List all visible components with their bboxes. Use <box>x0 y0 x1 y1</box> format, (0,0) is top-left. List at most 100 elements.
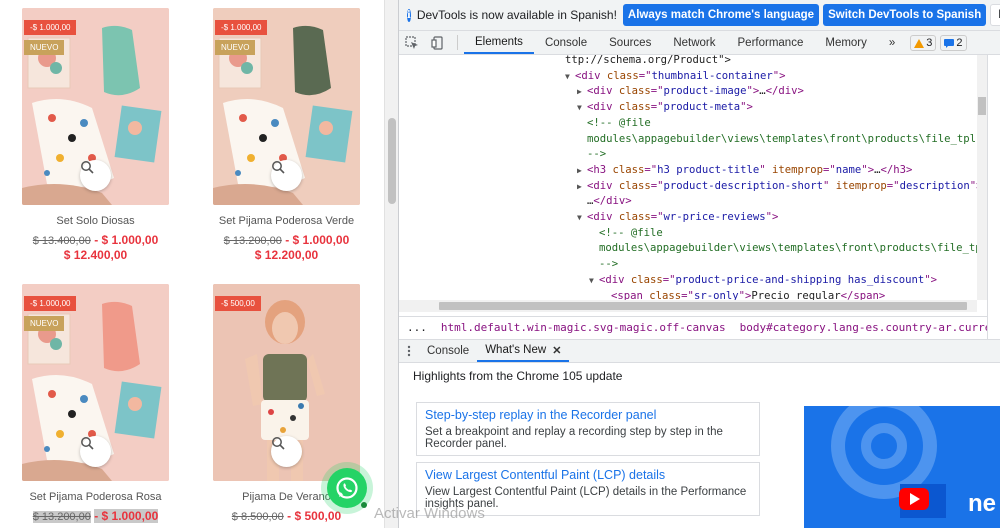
dom-token: " <box>823 179 836 192</box>
dom-token: product-image <box>663 85 747 98</box>
dom-node-line[interactable]: <!-- @file <box>599 226 663 242</box>
dom-token: class <box>612 163 645 176</box>
dom-token: <span <box>611 289 650 301</box>
dom-node-line[interactable]: --> <box>599 257 618 273</box>
whats-new-video-thumbnail[interactable]: ne <box>804 406 1000 528</box>
expand-arrow-icon[interactable]: ▶ <box>577 84 587 100</box>
quick-view-button[interactable] <box>271 160 302 191</box>
issues-counter[interactable]: 2 <box>940 35 967 51</box>
product-image[interactable]: -$ 1.000,00 NUEVO <box>22 8 169 205</box>
dom-token: Precio regular <box>751 289 841 301</box>
online-status-dot <box>361 502 367 508</box>
collapse-arrow-icon[interactable]: ▼ <box>577 210 587 226</box>
product-card[interactable]: -$ 1.000,00 NUEVO Set Solo Diosas $ 13.400,… <box>22 8 169 262</box>
info-icon: i <box>407 8 411 22</box>
product-name[interactable]: Set Solo Diosas <box>22 215 169 227</box>
device-toolbar-icon[interactable] <box>425 31 451 54</box>
dom-node-line[interactable]: modules\appagebuilder\views\templates\fr… <box>587 132 976 148</box>
always-match-language-button[interactable]: Always match Chrome's language <box>622 4 820 26</box>
inspect-element-icon[interactable] <box>399 31 425 54</box>
dom-token: description <box>899 179 970 192</box>
feature-card[interactable]: Step-by-step replay in the Recorder pane… <box>416 402 760 456</box>
product-image[interactable]: -$ 1.000,00 NUEVO <box>213 8 360 205</box>
dom-token: h3 product-title <box>657 163 760 176</box>
dom-tree-vertical-scrollbar-thumb[interactable] <box>978 97 986 115</box>
collapse-arrow-icon[interactable]: ▼ <box>589 273 599 289</box>
whatsapp-chat-button[interactable] <box>321 462 373 514</box>
dom-token: product-description-short <box>663 179 823 192</box>
drawer-tabbar: Console What's New ✕ <box>399 339 1000 363</box>
dom-node-line[interactable]: modules\appagebuilder\views\templates\fr… <box>599 241 977 257</box>
dom-node-line[interactable]: …</div> <box>587 194 632 210</box>
expand-arrow-icon[interactable]: ▶ <box>577 163 587 179</box>
dom-node-line[interactable]: ▶ <h3 class="h3 product-title" itemprop="… <box>577 163 912 179</box>
product-card[interactable]: -$ 1.000,00 NUEVO Set Pijama Poderosa Rosa… <box>22 284 169 524</box>
dom-node-line[interactable]: ▼ <div class="product-meta"> <box>577 100 753 116</box>
warnings-counter[interactable]: 3 <box>910 35 937 51</box>
tab-elements[interactable]: Elements <box>464 31 534 54</box>
tab-performance[interactable]: Performance <box>727 31 815 54</box>
discount-badge: -$ 1.000,00 <box>24 20 77 35</box>
tab-network[interactable]: Network <box>662 31 726 54</box>
dom-node-line[interactable]: ▶ <div class="product-image">…</div> <box>577 84 804 100</box>
feature-card-title[interactable]: Step-by-step replay in the Recorder pane… <box>425 408 751 423</box>
dom-token: modules\appagebuilder\views\templates\fr… <box>587 132 977 145</box>
dom-tree-horizontal-scrollbar[interactable] <box>399 300 977 312</box>
drawer-tab-console[interactable]: Console <box>419 340 477 362</box>
feature-card-title[interactable]: View Largest Contentful Paint (LCP) deta… <box>425 468 751 483</box>
dom-token: "> <box>924 273 938 286</box>
tab-memory[interactable]: Memory <box>814 31 878 54</box>
expand-arrow-icon[interactable]: ▶ <box>577 179 587 195</box>
quick-view-button[interactable] <box>80 160 111 191</box>
discount-amount: - $ 1.000,00 <box>94 233 159 247</box>
search-icon <box>272 161 285 174</box>
collapse-arrow-icon[interactable]: ▼ <box>565 69 575 85</box>
collapse-arrow-icon[interactable]: ▼ <box>577 100 587 116</box>
elements-dom-tree[interactable]: ttp://schema.org/Product"> ▼ <div class="t… <box>399 55 977 300</box>
product-card[interactable]: -$ 1.000,00 NUEVO Set Pijama Poderosa Verd… <box>213 8 360 262</box>
old-price: $ 13.200,00 <box>32 511 91 523</box>
product-name[interactable]: Set Pijama Poderosa Verde <box>213 215 360 227</box>
tab-console[interactable]: Console <box>534 31 598 54</box>
drawer-tab-whats-new[interactable]: What's New ✕ <box>477 340 570 362</box>
page-scrollbar[interactable] <box>384 0 398 528</box>
dom-node-line[interactable]: ▼ <div class="thumbnail-container"> <box>565 69 786 85</box>
windows-activation-watermark: Activar Windows <box>374 505 485 522</box>
dom-token: </div> <box>593 195 632 208</box>
toolbar-divider <box>457 35 458 50</box>
page-scrollbar-thumb[interactable] <box>388 118 396 204</box>
drawer-menu-icon[interactable] <box>399 340 419 362</box>
product-prices: $ 13.400,00 - $ 1.000,00 $ 12.400,00 <box>22 233 169 262</box>
breadcrumb-html[interactable]: html.default.win-magic.svg-magic.off-can… <box>441 321 726 334</box>
breadcrumb-body[interactable]: body#category.lang-es.country-ar.currenc… <box>740 321 987 334</box>
search-icon <box>81 161 94 174</box>
switch-to-spanish-button[interactable]: Switch DevTools to Spanish <box>823 4 987 26</box>
dom-token: itemprop <box>835 179 887 192</box>
dom-node-line[interactable]: ▼ <div class="product-price-and-shipping … <box>589 273 937 289</box>
discount-amount: - $ 1.000,00 <box>94 509 159 523</box>
product-image[interactable]: -$ 1.000,00 NUEVO <box>22 284 169 481</box>
product-image[interactable]: -$ 500,00 <box>213 284 360 481</box>
dom-token: "> <box>861 163 875 176</box>
close-icon[interactable]: ✕ <box>552 344 561 357</box>
more-tabs-button[interactable]: » <box>878 31 906 54</box>
dom-node-line[interactable]: ttp://schema.org/Product"> <box>565 55 731 69</box>
quick-view-button[interactable] <box>80 436 111 467</box>
dont-show-button[interactable]: Don't show <box>990 4 1000 26</box>
dom-node-line[interactable]: --> <box>587 147 606 163</box>
dom-node-line[interactable]: ▶ <div class="product-description-short" … <box>577 179 977 195</box>
dom-token: =" <box>644 163 658 176</box>
dom-node-line[interactable]: <span class="sr-only">Precio regular</sp… <box>611 289 885 301</box>
tab-sources[interactable]: Sources <box>598 31 662 54</box>
dom-node-line[interactable]: <!-- @file <box>587 116 651 132</box>
dom-token: =" <box>638 69 652 82</box>
dom-token: "> <box>740 101 753 114</box>
product-name[interactable]: Set Pijama Poderosa Rosa <box>22 491 169 503</box>
dom-tree-horizontal-scrollbar-thumb[interactable] <box>439 302 967 310</box>
dom-node-line[interactable]: ▼ <div class="wr-price-reviews"> <box>577 210 778 226</box>
feature-card-description: Set a breakpoint and replay a recording … <box>425 426 723 450</box>
dom-tree-vertical-scrollbar[interactable] <box>977 55 987 300</box>
breadcrumb-ellipsis[interactable]: ... <box>407 321 427 334</box>
dom-token: <h3 <box>587 163 613 176</box>
quick-view-button[interactable] <box>271 436 302 467</box>
